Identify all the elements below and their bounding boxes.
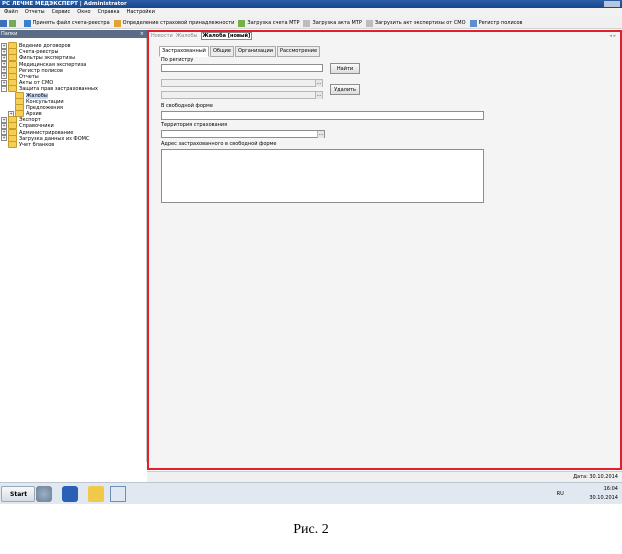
address-label: Адрес застрахованного в свободной форме: [161, 141, 277, 147]
toolbar-item-icon: [303, 19, 311, 27]
toolbar-button-label: Принять файл счета-реестра: [32, 20, 110, 26]
menu-item[interactable]: Сервис: [52, 9, 71, 15]
status-date: Дата: 30.10.2014: [573, 474, 618, 480]
find-button[interactable]: Найти: [330, 63, 360, 74]
toolbar-button-label: Загрузить акт экспертизы от СМО: [374, 20, 466, 26]
delete-button[interactable]: Удалить: [330, 84, 360, 95]
app-window-icon[interactable]: [110, 486, 126, 502]
form-subtab[interactable]: Рассмотрение: [276, 46, 321, 57]
menu-item[interactable]: Справка: [98, 9, 120, 15]
tree-node-label: Учет бланков: [19, 142, 55, 148]
dropdown-icon[interactable]: …: [315, 92, 322, 99]
folder-tree: + Ведение договоров + Счета-реестры + Фильтры…: [0, 42, 145, 148]
address-textarea[interactable]: [161, 149, 484, 203]
toolbar-item-icon: [469, 19, 477, 27]
start-label: Start: [10, 491, 28, 498]
menu-item[interactable]: Окно: [77, 9, 90, 15]
folders-panel-header: Папки ×: [0, 30, 147, 38]
free-form-input[interactable]: [161, 111, 484, 120]
toolbar-button[interactable]: Загрузка счета МТР: [238, 17, 300, 28]
toolbar-button[interactable]: Определение страховой принадлежности: [113, 17, 235, 28]
toolbar-item-icon: [113, 19, 121, 27]
language-indicator[interactable]: RU: [557, 490, 564, 499]
form-subtab[interactable]: Застрахованный: [159, 46, 209, 57]
clock-time: 16:04: [603, 486, 618, 492]
window-title: РС ЛЕЧНЕ МЕДЭКСПЕРТ | Administrator: [2, 1, 127, 7]
insurance-territory-select[interactable]: …: [161, 130, 325, 138]
document-tab[interactable]: Жалоба [новый]: [200, 32, 253, 40]
folder-icon: [8, 141, 17, 148]
form-subtab[interactable]: Организации: [235, 46, 276, 57]
toolbar-button[interactable]: Регистр полисов: [469, 17, 523, 28]
refresh-icon[interactable]: [9, 19, 16, 27]
close-icon[interactable]: ×: [140, 30, 144, 38]
tree-node[interactable]: Учет бланков: [0, 141, 145, 148]
powershell-icon[interactable]: [62, 486, 78, 502]
toolbar-button[interactable]: Загрузить акт экспертизы от СМО: [365, 17, 466, 28]
insurance-territory-label: Территория страхования: [161, 122, 228, 128]
register-combo-2[interactable]: …: [161, 91, 323, 99]
window-title-bar: РС ЛЕЧНЕ МЕДЭКСПЕРТ | Administrator: [0, 0, 622, 8]
free-form-label: В свободной форме: [161, 103, 213, 109]
toolbar-button-label: Регистр полисов: [478, 20, 523, 26]
menu-bar: Файл Отчеты Сервис Окно Справка Настройки: [0, 8, 622, 17]
toolbar-icon-group[interactable]: [0, 19, 18, 27]
clock[interactable]: 16:04 30.10.2014: [589, 485, 618, 503]
figure-caption: Рис. 2: [293, 522, 329, 537]
menu-item[interactable]: Отчеты: [25, 9, 45, 15]
toolbar-item-icon: [23, 19, 31, 27]
status-bar: Дата: 30.10.2014: [147, 471, 622, 482]
server-manager-icon[interactable]: [36, 486, 52, 502]
form-subtab[interactable]: Общие: [209, 46, 234, 57]
toolbar-button[interactable]: Загрузка акта МТР: [303, 17, 362, 28]
start-button[interactable]: Start: [1, 486, 35, 502]
taskbar: Start RU 16:04 30.10.2014: [0, 482, 622, 504]
folders-panel: Папки × + Ведение договоров + Счета-реестры…: [0, 30, 147, 500]
toolbar-button[interactable]: Принять файл счета-реестра: [23, 17, 110, 28]
explorer-icon[interactable]: [88, 486, 104, 502]
folders-panel-title: Папки: [1, 31, 18, 37]
dropdown-icon[interactable]: …: [317, 131, 324, 138]
document-tab[interactable]: Жалобы: [176, 33, 198, 39]
toolbar-button-label: Загрузка акта МТР: [312, 20, 362, 26]
toolbar-item-icon: [365, 19, 373, 27]
dropdown-icon[interactable]: …: [315, 80, 322, 87]
toolbar: Принять файл счета-реестра Определение ст…: [0, 17, 622, 29]
menu-item[interactable]: Файл: [4, 9, 18, 15]
window-controls[interactable]: [604, 1, 620, 7]
by-register-label: По регистру: [161, 57, 194, 63]
tab-scroll-icon[interactable]: ◂ ▸: [609, 32, 616, 41]
toolbar-button-label: Загрузка счета МТР: [247, 20, 300, 26]
save-icon[interactable]: [0, 19, 7, 27]
form-subtabs: Застрахованный Общие Организации Рассмотрен…: [159, 46, 321, 57]
register-search-input[interactable]: [161, 64, 323, 72]
toolbar-item-icon: [238, 19, 246, 27]
clock-date: 30.10.2014: [589, 495, 618, 501]
complaint-form-pane: Новости Жалобы Жалоба [новый] ◂ ▸ Застрахов…: [147, 30, 622, 470]
menu-item[interactable]: Настройки: [127, 9, 155, 15]
system-tray: RU 16:04 30.10.2014: [557, 485, 618, 503]
toolbar-button-label: Определение страховой принадлежности: [122, 20, 235, 26]
document-tab[interactable]: Новости: [151, 33, 173, 39]
document-tabs: Новости Жалобы Жалоба [новый] ◂ ▸: [149, 32, 620, 41]
register-combo-1[interactable]: …: [161, 79, 323, 87]
